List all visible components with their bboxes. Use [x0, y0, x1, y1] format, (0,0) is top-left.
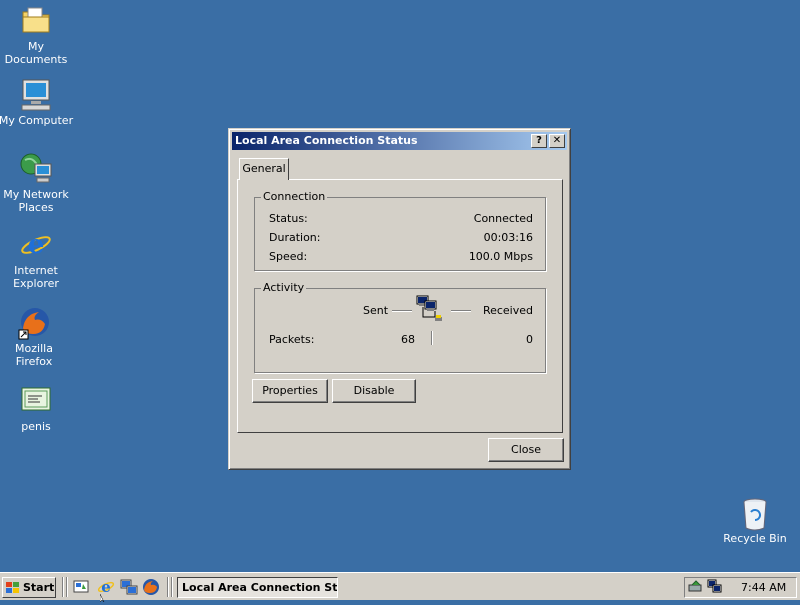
desktop-icon-my-documents[interactable]: My Documents — [0, 4, 74, 66]
general-tab-panel: Connection Status: Connected Duration: 0… — [237, 179, 563, 433]
desktop-icon-label: Mozilla Firefox — [15, 342, 53, 368]
taskbar-window-button[interactable]: Local Area Connection St... — [177, 577, 338, 598]
connection-group-legend: Connection — [261, 190, 328, 203]
firefox-icon — [17, 306, 51, 340]
help-button[interactable]: ? — [531, 134, 547, 148]
desktop-icon-label: penis — [21, 420, 51, 433]
speed-value: 100.0 Mbps — [468, 250, 533, 263]
desktop-icon-my-computer[interactable]: My Computer — [0, 78, 74, 127]
duration-value: 00:03:16 — [483, 231, 533, 244]
svg-text:e: e — [28, 230, 45, 260]
properties-button-label: Properties — [262, 384, 318, 397]
title-close-button[interactable]: ✕ — [549, 134, 565, 148]
clock[interactable]: 7:44 AM — [741, 581, 786, 594]
mouse-cursor-icon — [99, 592, 108, 603]
windows-logo-icon — [6, 581, 20, 593]
taskbar-separator — [171, 577, 173, 597]
network-activity-icon — [415, 295, 449, 325]
taskbar-window-label: Local Area Connection St... — [182, 581, 338, 594]
desktop-icon-mozilla-firefox[interactable]: Mozilla Firefox — [0, 306, 72, 368]
desktop-icon-internet-explorer[interactable]: e Internet Explorer — [0, 228, 74, 290]
activity-group: Activity Sent Received Packets: 68 0 — [254, 281, 546, 373]
taskbar: Start e Local Area Connection St... 7:44… — [0, 572, 800, 600]
network-quicklaunch-icon[interactable] — [120, 578, 138, 596]
computer-icon — [19, 78, 53, 112]
tab-general[interactable]: General — [239, 158, 289, 180]
desktop-icon-my-network-places[interactable]: My Network Places — [0, 152, 74, 214]
taskbar-separator — [167, 577, 169, 597]
desktop-icon-label: Recycle Bin — [723, 532, 787, 545]
taskbar-separator — [66, 577, 68, 597]
folder-documents-icon — [19, 4, 53, 38]
document-icon — [19, 384, 53, 418]
disable-button-label: Disable — [353, 384, 395, 397]
start-label: Start — [23, 581, 55, 594]
desktop-icon-recycle-bin[interactable]: Recycle Bin — [717, 496, 793, 545]
desktop-icon-label: My Network Places — [3, 188, 69, 214]
help-icon: ? — [536, 135, 542, 146]
packets-sent-value: 68 — [401, 333, 415, 346]
tab-label: General — [242, 162, 286, 175]
desktop-icon-label: Internet Explorer — [13, 264, 59, 290]
title-bar[interactable]: Local Area Connection Status ? ✕ — [232, 132, 567, 150]
network-places-icon — [19, 152, 53, 186]
sent-label: Sent — [363, 304, 389, 317]
duration-label: Duration: — [269, 231, 321, 244]
show-desktop-icon[interactable] — [73, 579, 89, 595]
desktop-icon-penis[interactable]: penis — [0, 384, 74, 433]
packets-label: Packets: — [269, 333, 315, 346]
status-value: Connected — [473, 212, 533, 225]
recycle-bin-icon — [738, 496, 772, 531]
close-icon: ✕ — [552, 135, 562, 146]
desktop-icon-label: My Documents — [4, 40, 68, 66]
packets-received-value: 0 — [526, 333, 533, 346]
sent-line — [392, 310, 412, 312]
taskbar-separator — [62, 577, 64, 597]
system-tray: 7:44 AM — [684, 577, 797, 598]
internet-explorer-icon: e — [19, 228, 53, 262]
close-button-label: Close — [511, 443, 541, 456]
activity-group-legend: Activity — [261, 281, 307, 294]
network-connection-tray-icon[interactable] — [707, 579, 723, 595]
received-label: Received — [482, 304, 533, 317]
window-title: Local Area Connection Status — [235, 134, 418, 147]
close-button[interactable]: Close — [488, 438, 564, 462]
speed-label: Speed: — [269, 250, 308, 263]
status-label: Status: — [269, 212, 308, 225]
properties-button[interactable]: Properties — [252, 379, 328, 403]
connection-status-window: Local Area Connection Status ? ✕ General… — [228, 128, 571, 470]
start-button[interactable]: Start — [2, 577, 56, 598]
safely-remove-hardware-icon[interactable] — [688, 579, 704, 595]
connection-group: Connection Status: Connected Duration: 0… — [254, 190, 546, 271]
received-line — [451, 310, 471, 312]
disable-button[interactable]: Disable — [332, 379, 416, 403]
desktop-icon-label: My Computer — [0, 114, 74, 127]
firefox-quicklaunch-icon[interactable] — [142, 578, 160, 596]
packets-divider — [431, 331, 433, 345]
